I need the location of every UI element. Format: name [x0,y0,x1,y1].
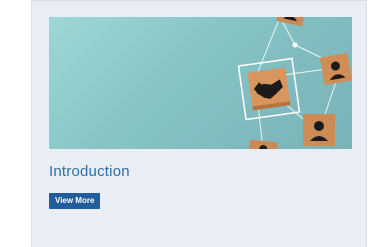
view-more-button[interactable]: View More [49,193,101,209]
card-title: Introduction [49,163,130,180]
card-image [49,17,352,149]
content-card: Introduction View More [31,0,367,247]
handshake-network-icon [237,17,352,149]
